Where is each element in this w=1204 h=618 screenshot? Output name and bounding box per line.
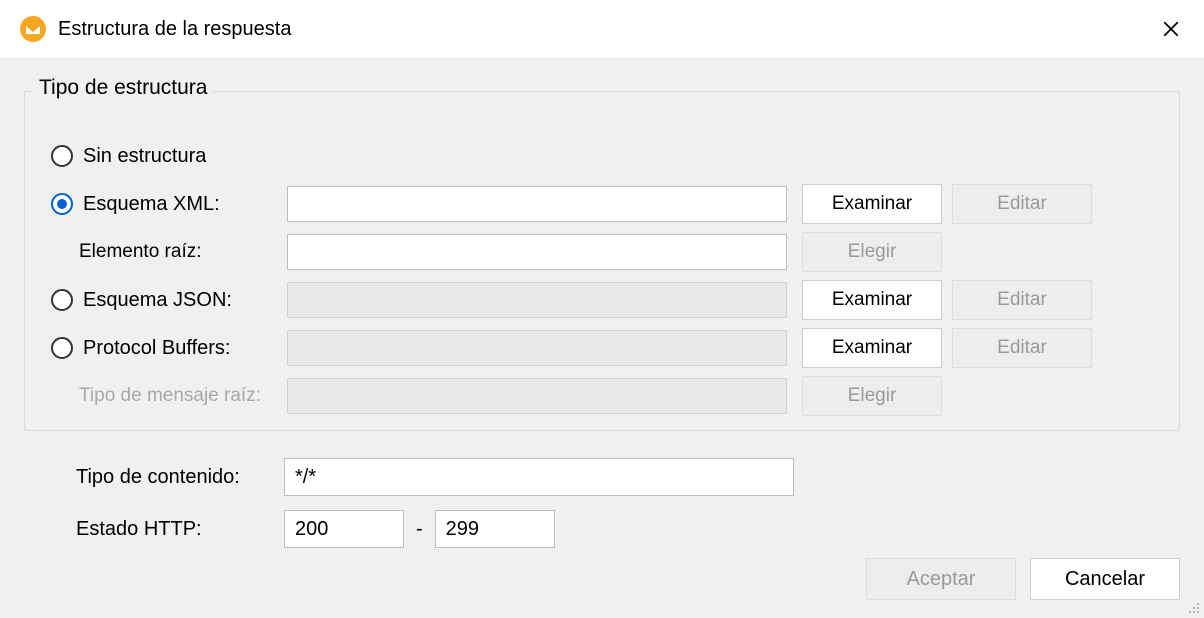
radio-xml-schema-label: Esquema XML: [83, 193, 220, 216]
ok-button[interactable]: Aceptar [866, 558, 1016, 600]
group-legend: Tipo de estructura [33, 76, 213, 100]
xml-schema-input[interactable] [287, 186, 787, 222]
root-message-type-input [287, 378, 787, 414]
radio-protobuf-label: Protocol Buffers: [83, 337, 230, 360]
app-logo-icon [20, 16, 46, 42]
protobuf-edit-button[interactable]: Editar [952, 328, 1092, 368]
http-status-to-input[interactable] [435, 510, 555, 548]
protobuf-input [287, 330, 787, 366]
radio-protobuf[interactable] [51, 337, 73, 359]
radio-json-schema[interactable] [51, 289, 73, 311]
dialog-footer: Aceptar Cancelar [866, 558, 1180, 600]
cancel-button[interactable]: Cancelar [1030, 558, 1180, 600]
structure-type-group: Tipo de estructura Sin estructura Esquem… [24, 91, 1180, 431]
radio-no-structure-label: Sin estructura [83, 145, 206, 168]
titlebar: Estructura de la respuesta [0, 0, 1204, 58]
root-element-label: Elemento raíz: [79, 241, 202, 263]
radio-xml-schema[interactable] [51, 193, 73, 215]
close-button[interactable] [1156, 14, 1186, 44]
root-element-input[interactable] [287, 234, 787, 270]
close-icon [1162, 20, 1180, 38]
http-status-label: Estado HTTP: [24, 518, 284, 541]
resize-grip-icon[interactable] [1186, 600, 1202, 616]
json-schema-edit-button[interactable]: Editar [952, 280, 1092, 320]
content-type-label: Tipo de contenido: [24, 466, 284, 489]
protobuf-browse-button[interactable]: Examinar [802, 328, 942, 368]
window-title: Estructura de la respuesta [58, 18, 291, 41]
lower-form: Tipo de contenido: Estado HTTP: - [24, 451, 1180, 555]
root-message-choose-button[interactable]: Elegir [802, 376, 942, 416]
xml-schema-browse-button[interactable]: Examinar [802, 184, 942, 224]
content-type-input[interactable] [284, 458, 794, 496]
radio-no-structure[interactable] [51, 145, 73, 167]
http-status-from-input[interactable] [284, 510, 404, 548]
xml-schema-edit-button[interactable]: Editar [952, 184, 1092, 224]
json-schema-input [287, 282, 787, 318]
range-dash: - [404, 518, 435, 541]
root-element-choose-button[interactable]: Elegir [802, 232, 942, 272]
json-schema-browse-button[interactable]: Examinar [802, 280, 942, 320]
radio-json-schema-label: Esquema JSON: [83, 289, 232, 312]
root-message-type-label: Tipo de mensaje raíz: [79, 385, 261, 407]
